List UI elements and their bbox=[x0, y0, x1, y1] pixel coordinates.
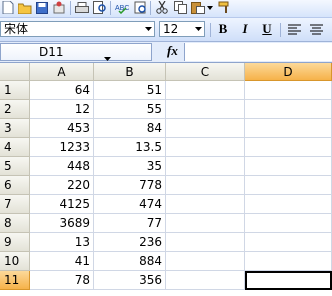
cell-a2[interactable]: 12 bbox=[30, 100, 94, 119]
cell-b8[interactable]: 77 bbox=[94, 214, 166, 233]
spelling-icon[interactable]: ABC bbox=[114, 0, 130, 15]
cell-a11[interactable]: 78 bbox=[30, 271, 94, 290]
select-all-corner[interactable] bbox=[0, 63, 30, 81]
cell-a1[interactable]: 64 bbox=[30, 81, 94, 100]
cell-b4[interactable]: 13.5 bbox=[94, 138, 166, 157]
row-header-4[interactable]: 4 bbox=[0, 138, 30, 157]
cell-c6[interactable] bbox=[166, 176, 245, 195]
cell-c1[interactable] bbox=[166, 81, 245, 100]
row-header-3[interactable]: 3 bbox=[0, 119, 30, 138]
cell-b2[interactable]: 55 bbox=[94, 100, 166, 119]
cell-b9[interactable]: 236 bbox=[94, 233, 166, 252]
chevron-down-icon[interactable] bbox=[192, 22, 204, 36]
cell-d7[interactable] bbox=[245, 195, 332, 214]
cell-c8[interactable] bbox=[166, 214, 245, 233]
cell-c3[interactable] bbox=[166, 119, 245, 138]
chevron-down-icon[interactable] bbox=[142, 22, 154, 36]
cell-b1[interactable]: 51 bbox=[94, 81, 166, 100]
save-icon[interactable] bbox=[34, 0, 50, 15]
cell-b3[interactable]: 84 bbox=[94, 119, 166, 138]
formula-input[interactable] bbox=[184, 43, 332, 61]
cut-icon[interactable] bbox=[154, 0, 170, 15]
cell-d11[interactable] bbox=[245, 271, 332, 290]
cell-a6[interactable]: 220 bbox=[30, 176, 94, 195]
name-box[interactable]: D11 bbox=[0, 43, 152, 61]
row-header-9[interactable]: 9 bbox=[0, 233, 30, 252]
cell-c7[interactable] bbox=[166, 195, 245, 214]
cell-b5[interactable]: 35 bbox=[94, 157, 166, 176]
format-painter-icon[interactable] bbox=[216, 0, 232, 15]
cell-a8[interactable]: 3689 bbox=[30, 214, 94, 233]
row-header-5[interactable]: 5 bbox=[0, 157, 30, 176]
cell-c4[interactable] bbox=[166, 138, 245, 157]
column-header-c[interactable]: C bbox=[166, 63, 245, 81]
open-icon[interactable] bbox=[17, 0, 33, 15]
cell-c2[interactable] bbox=[166, 100, 245, 119]
permission-icon[interactable] bbox=[51, 0, 67, 15]
cell-c9[interactable] bbox=[166, 233, 245, 252]
cell-d9[interactable] bbox=[245, 233, 332, 252]
cell-d4[interactable] bbox=[245, 138, 332, 157]
toolbar-separator bbox=[280, 23, 281, 37]
font-size-value: 12 bbox=[163, 22, 179, 36]
cell-b7[interactable]: 474 bbox=[94, 195, 166, 214]
print-icon[interactable] bbox=[74, 0, 90, 15]
align-center-icon[interactable] bbox=[308, 22, 324, 37]
cell-c5[interactable] bbox=[166, 157, 245, 176]
paste-dropdown-icon[interactable] bbox=[206, 0, 214, 15]
toolbar-separator bbox=[150, 1, 151, 15]
row-header-7[interactable]: 7 bbox=[0, 195, 30, 214]
column-header-d[interactable]: D bbox=[245, 63, 332, 81]
cell-d2[interactable] bbox=[245, 100, 332, 119]
font-name-combo[interactable]: 宋体 bbox=[0, 21, 155, 37]
column-header-b[interactable]: B bbox=[94, 63, 166, 81]
toolbar-separator bbox=[110, 1, 111, 15]
italic-button[interactable]: I bbox=[236, 21, 254, 37]
font-size-combo[interactable]: 12 bbox=[159, 21, 205, 37]
row-header-11[interactable]: 11 bbox=[0, 271, 30, 290]
align-left-icon[interactable] bbox=[286, 22, 302, 37]
cell-a10[interactable]: 41 bbox=[30, 252, 94, 271]
cell-c10[interactable] bbox=[166, 252, 245, 271]
cell-d3[interactable] bbox=[245, 119, 332, 138]
row-header-1[interactable]: 1 bbox=[0, 81, 30, 100]
insert-function-icon[interactable]: fx bbox=[167, 43, 178, 59]
cell-a7[interactable]: 4125 bbox=[30, 195, 94, 214]
cell-a5[interactable]: 448 bbox=[30, 157, 94, 176]
font-name-value: 宋体 bbox=[4, 22, 29, 36]
cell-c11[interactable] bbox=[166, 271, 245, 290]
bold-button[interactable]: B bbox=[214, 21, 232, 37]
cell-d8[interactable] bbox=[245, 214, 332, 233]
column-header-a[interactable]: A bbox=[30, 63, 94, 81]
row-header-2[interactable]: 2 bbox=[0, 100, 30, 119]
row-header-6[interactable]: 6 bbox=[0, 176, 30, 195]
row-header-8[interactable]: 8 bbox=[0, 214, 30, 233]
toolbar-separator bbox=[70, 1, 71, 15]
cell-d5[interactable] bbox=[245, 157, 332, 176]
paste-icon[interactable] bbox=[190, 0, 206, 15]
formatting-toolbar: 宋体 12 B I U bbox=[0, 18, 332, 42]
print-preview-icon[interactable] bbox=[92, 0, 108, 15]
cell-b6[interactable]: 778 bbox=[94, 176, 166, 195]
new-icon[interactable] bbox=[0, 0, 16, 15]
cell-b10[interactable]: 884 bbox=[94, 252, 166, 271]
chevron-down-icon[interactable] bbox=[104, 50, 111, 64]
standard-toolbar: ABC bbox=[0, 0, 332, 18]
cell-d1[interactable] bbox=[245, 81, 332, 100]
formula-bar: D11 fx bbox=[0, 42, 332, 63]
cell-d6[interactable] bbox=[245, 176, 332, 195]
cell-b11[interactable]: 356 bbox=[94, 271, 166, 290]
worksheet-grid: A B C D 1 64 51 2 12 55 3 453 84 4 1233 13.5 5 448 35 6 220 7… bbox=[0, 63, 332, 296]
cell-d10[interactable] bbox=[245, 252, 332, 271]
row-header-10[interactable]: 10 bbox=[0, 252, 30, 271]
name-box-value: D11 bbox=[39, 45, 64, 59]
cell-a9[interactable]: 13 bbox=[30, 233, 94, 252]
cell-a3[interactable]: 453 bbox=[30, 119, 94, 138]
toolbar-separator bbox=[210, 23, 211, 37]
research-icon[interactable] bbox=[132, 0, 148, 15]
copy-icon[interactable] bbox=[172, 0, 188, 15]
cell-a4[interactable]: 1233 bbox=[30, 138, 94, 157]
underline-button[interactable]: U bbox=[258, 21, 276, 37]
